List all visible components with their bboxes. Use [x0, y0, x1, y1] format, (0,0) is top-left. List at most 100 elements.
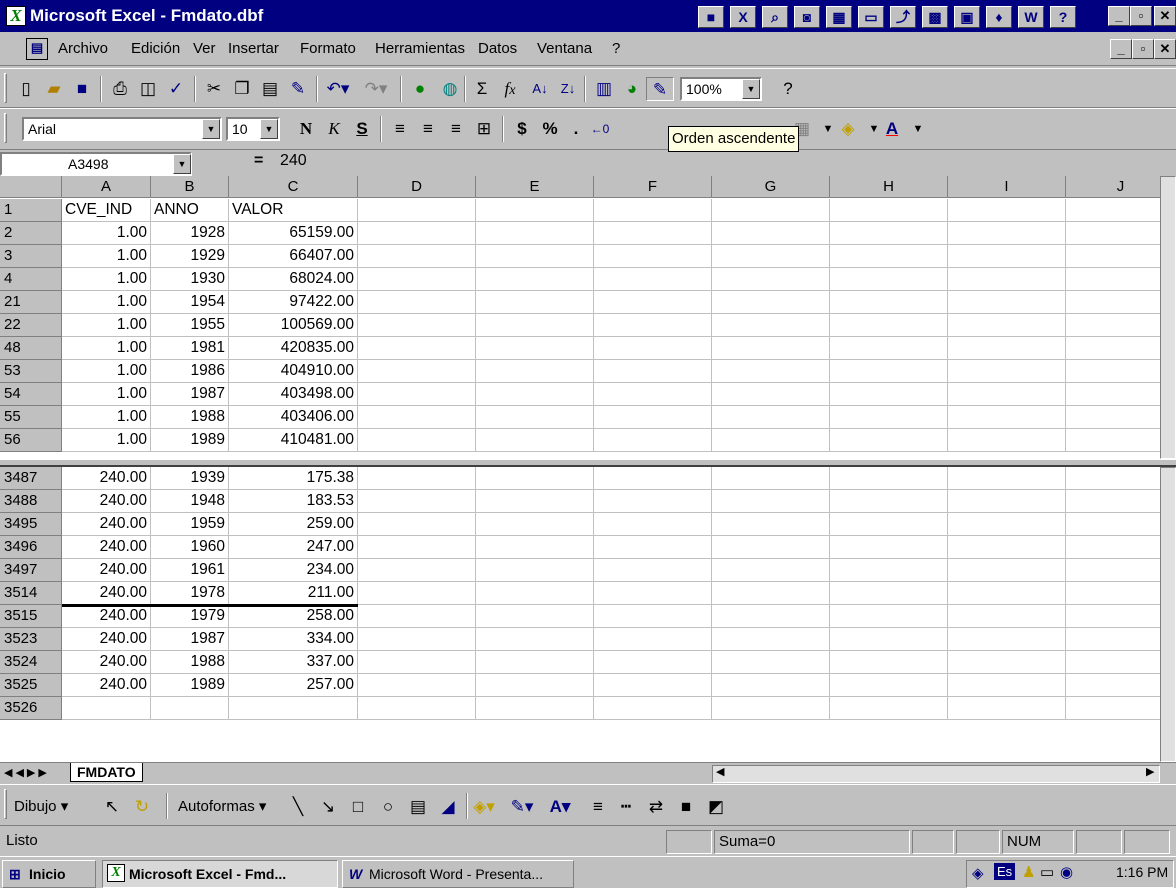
cell-empty[interactable]	[948, 429, 1066, 452]
cell-empty[interactable]	[830, 268, 948, 291]
cell-empty[interactable]	[712, 651, 830, 674]
chevron-down-icon[interactable]: ▼	[742, 79, 760, 99]
cell-empty[interactable]	[476, 406, 594, 429]
row-header[interactable]: 1	[0, 199, 62, 222]
cell-empty[interactable]	[712, 406, 830, 429]
cell-empty[interactable]	[358, 536, 476, 559]
cell-empty[interactable]	[358, 490, 476, 513]
user-tray-icon[interactable]: ♟	[1022, 863, 1035, 881]
cell-b56[interactable]: 1989	[151, 429, 229, 452]
cell-empty[interactable]	[948, 513, 1066, 536]
row-header[interactable]: 3	[0, 245, 62, 268]
cell-empty[interactable]	[712, 513, 830, 536]
office-assistant-icon[interactable]: ?	[774, 77, 802, 101]
align-right-icon[interactable]: ≡	[442, 117, 470, 141]
cell-c56[interactable]: 410481.00	[229, 429, 358, 452]
doc-restore-button[interactable]: ▫	[1132, 39, 1154, 59]
autosum-icon[interactable]: Σ	[468, 77, 496, 101]
cell-empty[interactable]	[358, 674, 476, 697]
cell-a3523[interactable]: 240.00	[62, 628, 151, 651]
schedule-shortcut-icon[interactable]: ♦	[986, 6, 1012, 28]
cell-empty[interactable]	[594, 536, 712, 559]
menu-ventana[interactable]: Ventana	[537, 40, 592, 57]
web-toolbar-icon[interactable]: ●	[406, 77, 434, 101]
cell-empty[interactable]	[948, 360, 1066, 383]
cell-b3496[interactable]: 1960	[151, 536, 229, 559]
column-header-d[interactable]: D	[358, 176, 476, 198]
tab-scroll-buttons[interactable]: ◀◀▶▶	[4, 766, 50, 779]
line-color-icon[interactable]: ✎▾	[508, 795, 536, 819]
row-header[interactable]: 3515	[0, 605, 62, 628]
taskbar-excel-button[interactable]: X Microsoft Excel - Fmd...	[102, 860, 338, 888]
cell-empty[interactable]	[948, 628, 1066, 651]
cell-empty[interactable]	[948, 582, 1066, 605]
cell-empty[interactable]	[594, 360, 712, 383]
cell-b3514[interactable]: 1978	[151, 582, 229, 605]
cell-empty[interactable]	[712, 605, 830, 628]
cell-b55[interactable]: 1988	[151, 406, 229, 429]
fill-color-icon[interactable]: ◈	[834, 117, 862, 141]
cell-empty[interactable]	[712, 245, 830, 268]
open-document-shortcut-icon[interactable]: ⤴	[890, 6, 916, 28]
doc-minimize-button[interactable]: _	[1110, 39, 1132, 59]
paste-icon[interactable]: ▤	[256, 77, 284, 101]
chevron-down-icon[interactable]: ▼	[173, 154, 191, 174]
redo-icon[interactable]: ↷▾	[362, 77, 390, 101]
cell-empty[interactable]	[358, 605, 476, 628]
cell-c3487[interactable]: 175.38	[229, 467, 358, 490]
cell-c2[interactable]: 65159.00	[229, 222, 358, 245]
column-header-b[interactable]: B	[151, 176, 229, 198]
cell-empty[interactable]	[830, 383, 948, 406]
cell-empty[interactable]	[830, 490, 948, 513]
cell-empty[interactable]	[948, 559, 1066, 582]
cell-empty[interactable]	[830, 582, 948, 605]
cell-empty[interactable]	[476, 360, 594, 383]
line-icon[interactable]: ╲	[284, 795, 312, 819]
cell-empty[interactable]	[594, 383, 712, 406]
language-indicator[interactable]: Es	[994, 863, 1016, 880]
scroll-right-icon[interactable]: ▶	[1146, 765, 1154, 778]
cell-c22[interactable]: 100569.00	[229, 314, 358, 337]
minimize-button[interactable]: _	[1108, 6, 1130, 26]
cell-empty[interactable]	[948, 490, 1066, 513]
cell-empty[interactable]	[712, 559, 830, 582]
cell-empty[interactable]	[358, 360, 476, 383]
cell-c4[interactable]: 68024.00	[229, 268, 358, 291]
cell-empty[interactable]	[358, 429, 476, 452]
row-header[interactable]: 21	[0, 291, 62, 314]
arrow-icon[interactable]: ↘	[314, 795, 342, 819]
chevron-down-icon[interactable]: ▼	[904, 117, 932, 141]
cell-c3496[interactable]: 247.00	[229, 536, 358, 559]
increase-decimal-icon[interactable]: ←0	[586, 117, 614, 141]
cell-empty[interactable]	[476, 697, 594, 720]
cell-a3526[interactable]	[62, 697, 151, 720]
cell-empty[interactable]	[476, 651, 594, 674]
cell-empty[interactable]	[712, 674, 830, 697]
row-header[interactable]: 53	[0, 360, 62, 383]
cell-empty[interactable]	[594, 490, 712, 513]
menu-edicion[interactable]: Edición	[131, 40, 180, 57]
cell-empty[interactable]	[594, 513, 712, 536]
cell-empty[interactable]	[594, 605, 712, 628]
cell-a2[interactable]: 1.00	[62, 222, 151, 245]
office-binder-icon[interactable]: ▦	[826, 6, 852, 28]
cell-a54[interactable]: 1.00	[62, 383, 151, 406]
scroll-left-icon[interactable]: ◀	[716, 765, 724, 778]
cell-empty[interactable]	[476, 245, 594, 268]
cell-b1[interactable]: ANNO	[151, 199, 229, 222]
excel-shortcut-icon[interactable]: X	[730, 6, 756, 28]
toolbar-grip[interactable]	[4, 113, 7, 143]
font-name-select[interactable]: Arial ▼	[22, 117, 222, 141]
cell-b54[interactable]: 1987	[151, 383, 229, 406]
cell-empty[interactable]	[476, 605, 594, 628]
cell-empty[interactable]	[948, 222, 1066, 245]
cell-empty[interactable]	[712, 429, 830, 452]
cell-b3488[interactable]: 1948	[151, 490, 229, 513]
cell-empty[interactable]	[358, 628, 476, 651]
text-box-icon[interactable]: ▤	[404, 795, 432, 819]
cell-empty[interactable]	[830, 697, 948, 720]
row-header[interactable]: 3524	[0, 651, 62, 674]
cell-a53[interactable]: 1.00	[62, 360, 151, 383]
cell-empty[interactable]	[358, 467, 476, 490]
antivirus-tray-icon[interactable]: ◈	[972, 864, 984, 882]
